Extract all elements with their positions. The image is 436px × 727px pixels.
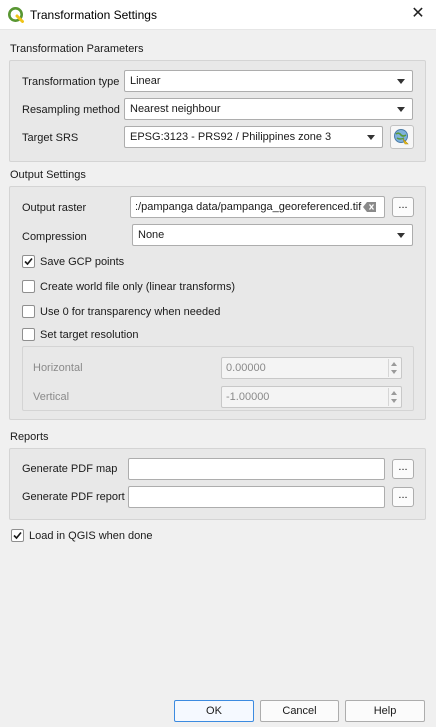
pdf-map-browse-button[interactable]: ... [392, 459, 414, 479]
compression-combo[interactable]: None [132, 224, 413, 246]
target-resolution-checkbox[interactable] [22, 328, 35, 341]
pdf-map-input[interactable] [128, 458, 385, 480]
output-raster-label: Output raster [22, 202, 87, 214]
window-title: Transformation Settings [30, 8, 157, 22]
target-srs-label: Target SRS [22, 132, 79, 144]
checkmark-icon [13, 531, 22, 540]
checkmark-icon [24, 257, 33, 266]
compression-value: None [138, 229, 165, 241]
transformation-parameters-heading: Transformation Parameters [10, 43, 144, 55]
compression-label: Compression [22, 231, 87, 243]
chevron-down-icon [367, 135, 375, 140]
output-settings-heading: Output Settings [10, 169, 86, 181]
world-file-label: Create world file only (linear transform… [40, 281, 236, 293]
horizontal-label: Horizontal [33, 362, 83, 374]
ok-button[interactable]: OK [174, 700, 254, 722]
chevron-down-icon [397, 107, 405, 112]
output-raster-value: :/pampanga data/pampanga_georeferenced.t… [135, 201, 362, 213]
vertical-label: Vertical [33, 391, 70, 403]
use-zero-transparency-label: Use 0 for transparency when needed [40, 306, 221, 318]
use-zero-transparency-checkbox[interactable] [22, 305, 35, 318]
qgis-logo-icon [8, 7, 24, 23]
target-resolution-label: Set target resolution [40, 329, 139, 341]
horizontal-value: 0.00000 [226, 362, 266, 374]
output-raster-browse-button[interactable]: ... [392, 197, 414, 217]
resampling-method-label: Resampling method [22, 104, 120, 116]
chevron-down-icon [397, 79, 405, 84]
resampling-method-combo[interactable]: Nearest neighbour [124, 98, 413, 120]
cancel-button[interactable]: Cancel [260, 700, 339, 722]
pdf-report-browse-button[interactable]: ... [392, 487, 414, 507]
vertical-spinbox[interactable]: -1.00000 [221, 386, 402, 408]
title-bar: Transformation Settings ✕ [0, 0, 436, 30]
pdf-report-label: Generate PDF report [22, 491, 125, 503]
chevron-down-icon [397, 233, 405, 238]
load-in-qgis-label: Load in QGIS when done [29, 530, 153, 542]
world-file-checkbox[interactable] [22, 280, 35, 293]
transformation-type-combo[interactable]: Linear [124, 70, 413, 92]
vertical-value: -1.00000 [226, 391, 270, 403]
pdf-map-label: Generate PDF map [22, 463, 118, 475]
horizontal-spinbox[interactable]: 0.00000 [221, 357, 402, 379]
transformation-type-label: Transformation type [22, 76, 120, 88]
globe-icon [394, 129, 409, 145]
clear-icon[interactable] [363, 202, 376, 212]
spin-arrows-icon [388, 359, 400, 377]
target-srs-value: EPSG:3123 - PRS92 / Philippines zone 3 [130, 131, 332, 143]
resampling-method-value: Nearest neighbour [130, 103, 221, 115]
help-button[interactable]: Help [345, 700, 425, 722]
spin-arrows-icon [388, 388, 400, 406]
save-gcp-checkbox[interactable] [22, 255, 35, 268]
select-crs-button[interactable] [390, 125, 414, 149]
transformation-type-value: Linear [130, 75, 161, 87]
pdf-report-input[interactable] [128, 486, 385, 508]
reports-heading: Reports [10, 431, 49, 443]
output-raster-input[interactable]: :/pampanga data/pampanga_georeferenced.t… [130, 196, 385, 218]
close-icon[interactable]: ✕ [410, 6, 426, 22]
save-gcp-label: Save GCP points [40, 256, 125, 268]
load-in-qgis-checkbox[interactable] [11, 529, 24, 542]
target-srs-combo[interactable]: EPSG:3123 - PRS92 / Philippines zone 3 [124, 126, 383, 148]
